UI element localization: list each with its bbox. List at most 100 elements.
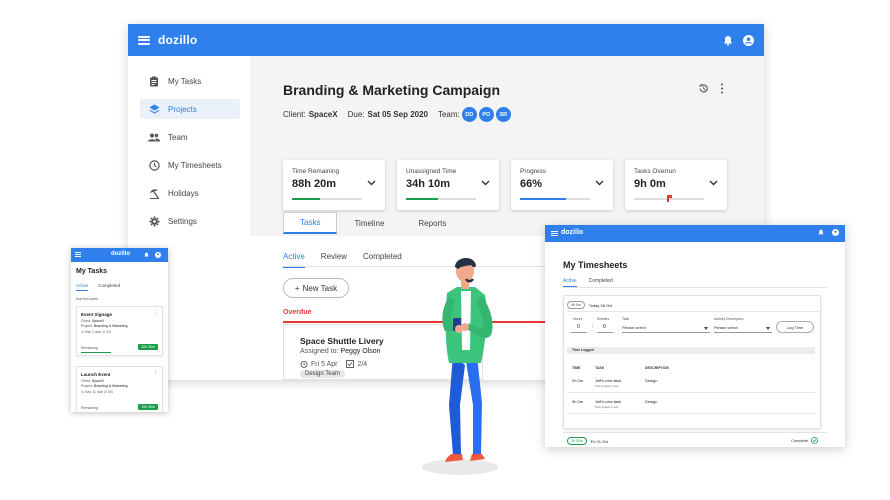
- chevron-down-icon[interactable]: [595, 180, 604, 186]
- brand-logo: dozillo: [111, 251, 130, 257]
- column-header-time: TIME: [572, 366, 581, 370]
- task-date: Fri 5 Apr: [311, 360, 338, 368]
- sidebar-item-label: My Tasks: [168, 76, 202, 86]
- person-with-phone-illustration: [422, 258, 498, 475]
- row-task: Jeff's new task: [595, 399, 622, 404]
- clipboard-icon: [148, 75, 160, 87]
- colon-separator: :: [592, 324, 594, 330]
- time-logged-header: Time Logged: [567, 347, 815, 354]
- tab-timeline[interactable]: Timeline: [337, 212, 401, 234]
- row-description: Design: [645, 378, 658, 383]
- sidebar-item-settings[interactable]: Settings: [140, 211, 240, 231]
- time-badge: 10h 30m: [138, 404, 158, 410]
- client-value: SpaceX: [308, 110, 338, 119]
- flag-icon: [667, 195, 672, 202]
- page-title: My Timesheets: [563, 260, 628, 270]
- stat-label: Progress: [520, 168, 547, 175]
- log-time-button[interactable]: Log Time: [776, 321, 814, 333]
- stat-value: 34h 10m: [406, 178, 451, 190]
- complete-status: Complete: [791, 437, 819, 444]
- day-date: Fri 01 Oct: [590, 438, 609, 444]
- sidebar-item-projects[interactable]: Projects: [140, 99, 240, 119]
- minutes-underline: [597, 332, 613, 333]
- team-label: Team:: [437, 110, 460, 119]
- stat-progress-bar: [520, 198, 590, 200]
- chevron-down-icon[interactable]: [481, 180, 490, 186]
- task-checklist: 2/4: [357, 360, 368, 368]
- project-tabs: Tasks Timeline Reports: [283, 212, 463, 234]
- divider: [567, 413, 815, 414]
- chevron-down-icon[interactable]: [709, 180, 718, 186]
- activity-underline: [714, 332, 772, 333]
- task-assigned: Assigned to: Peggy Olson: [300, 348, 381, 355]
- new-task-button[interactable]: + New Task: [283, 278, 349, 298]
- hours-input[interactable]: 0: [577, 324, 580, 330]
- bell-icon[interactable]: [818, 229, 824, 236]
- avatar[interactable]: DD: [461, 107, 477, 122]
- day-header: 0h 0m Today 06 Oct: [567, 301, 612, 309]
- minutes-label: Minutes: [597, 317, 610, 321]
- stat-progress-bar: [406, 198, 476, 200]
- more-vert-icon[interactable]: ⋮: [153, 371, 158, 376]
- menu-icon[interactable]: [551, 231, 558, 236]
- menu-icon[interactable]: [75, 252, 81, 257]
- task-title: Launch Event: [81, 372, 111, 377]
- sidebar-item-label: Settings: [168, 216, 197, 226]
- tab-active[interactable]: Active: [76, 283, 89, 291]
- sidebar-item-label: My Timesheets: [168, 160, 222, 170]
- activity-select[interactable]: Please select: [714, 325, 738, 330]
- menu-icon[interactable]: [138, 35, 150, 45]
- stat-progress-bar: [634, 198, 704, 200]
- sidebar-item-holidays[interactable]: Holidays: [140, 183, 240, 203]
- stat-card-progress[interactable]: Progress 66%: [511, 160, 613, 210]
- sidebar-item-label: Projects: [168, 104, 197, 114]
- sidebar-item-team[interactable]: Team: [140, 127, 240, 147]
- brand-logo: dozillo: [561, 229, 584, 236]
- stat-value: 9h 0m: [634, 178, 666, 190]
- stat-card-time-remaining[interactable]: Time Remaining 88h 20m: [283, 160, 385, 210]
- history-icon[interactable]: [698, 83, 709, 94]
- task-client: Client: SpaceX: [81, 319, 104, 323]
- bell-icon[interactable]: [723, 35, 733, 46]
- row-task-sub: Test project 1 test: [595, 405, 619, 409]
- avatar[interactable]: PO: [478, 107, 494, 122]
- mobile-top-bar: dozillo: [71, 248, 168, 262]
- avatar[interactable]: SR: [495, 107, 511, 122]
- top-app-bar: dozillo: [128, 24, 764, 56]
- sidebar-item-my-timesheets[interactable]: My Timesheets: [140, 155, 240, 175]
- project-label: Project:: [81, 324, 93, 328]
- stat-card-tasks-overrun[interactable]: Tasks Overrun 9h 0m: [625, 160, 727, 210]
- section-overdue: Overdue: [283, 309, 312, 316]
- tab-active[interactable]: Active: [563, 278, 577, 287]
- chevron-down-icon[interactable]: [367, 180, 376, 186]
- task-select[interactable]: Please select: [622, 325, 646, 330]
- more-vert-icon[interactable]: [720, 83, 724, 94]
- row-task-sub: Test project 1 test: [595, 384, 619, 388]
- activity-label: Activity Description: [714, 317, 744, 321]
- tab-reports[interactable]: Reports: [401, 212, 463, 234]
- section-label: Due this week: [76, 297, 98, 301]
- marketing-hero: dozillo My Tasks Projects Team My Timesh: [0, 0, 890, 500]
- account-icon[interactable]: [832, 229, 839, 236]
- task-checklist: 0/4: [107, 390, 113, 394]
- gear-icon: [148, 215, 160, 227]
- task-card[interactable]: Launch Event ⋮ Client: SpaceX Project: B…: [76, 366, 163, 412]
- account-icon[interactable]: [155, 252, 161, 258]
- sidebar-item-my-tasks[interactable]: My Tasks: [140, 71, 240, 91]
- dropdown-arrow-icon[interactable]: [704, 327, 708, 330]
- account-icon[interactable]: [743, 34, 754, 46]
- tab-tasks[interactable]: Tasks: [283, 212, 338, 234]
- divider: [563, 432, 827, 433]
- more-vert-icon[interactable]: ⋮: [153, 311, 158, 316]
- tab-completed[interactable]: Completed: [98, 283, 120, 291]
- tab-completed[interactable]: Completed: [589, 278, 613, 287]
- task-tag: Design Team: [300, 370, 345, 378]
- bell-icon[interactable]: [144, 252, 149, 258]
- stat-card-unassigned-time[interactable]: Unassigned Time 34h 10m: [397, 160, 499, 210]
- task-card[interactable]: Event Signage ⋮ Client: SpaceX Project: …: [76, 306, 163, 356]
- divider: [567, 392, 815, 393]
- previous-day-row[interactable]: 2h 30m Fri 01 Oct: [567, 437, 608, 445]
- dropdown-arrow-icon[interactable]: [766, 327, 770, 330]
- minutes-input[interactable]: 0: [603, 324, 606, 330]
- task-project: Project: Branding & Marketing: [81, 324, 128, 328]
